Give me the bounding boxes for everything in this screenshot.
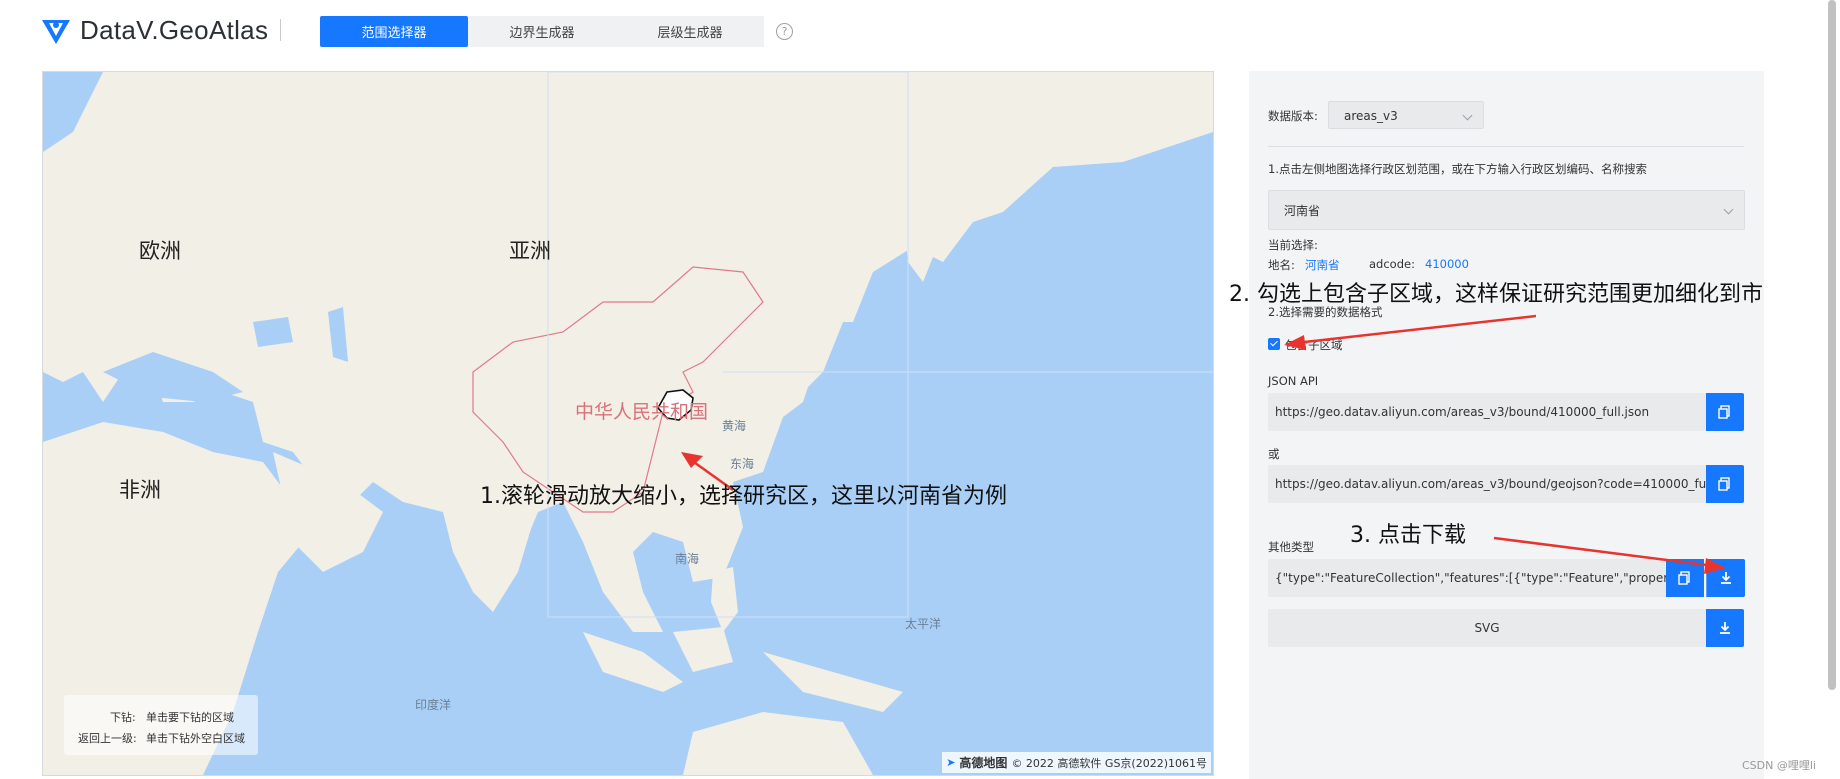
current-selection-label: 当前选择:	[1268, 238, 1318, 252]
header-divider	[280, 19, 282, 41]
sea-label-south-sea: 南海	[675, 552, 700, 566]
continent-label-asia: 亚洲	[509, 239, 551, 263]
tab-range-selector[interactable]: 范围选择器	[320, 16, 468, 47]
datav-logo-icon	[42, 20, 70, 44]
csdn-watermark: CSDN @哩哩li	[1742, 759, 1816, 772]
logo[interactable]: DataV.GeoAtlas	[40, 14, 282, 46]
json-api-url-field[interactable]: https://geo.datav.aliyun.com/areas_v3/bo…	[1268, 393, 1706, 431]
settings-panel: 数据版本: areas_v3 1.点击左侧地图选择行政区划范围，或在下方输入行政…	[1249, 71, 1764, 779]
map-copyright: ➤ 高德地图 © 2022 高德软件 GS京(2022)1061号	[942, 752, 1211, 773]
legend-back-key: 返回上一级:	[78, 732, 137, 745]
place-name-value[interactable]: 河南省	[1305, 257, 1340, 273]
copy-icon	[1718, 477, 1730, 491]
brand-title: DataV.GeoAtlas	[80, 14, 269, 45]
download-geojson-button[interactable]	[1706, 559, 1745, 597]
include-subregions-label[interactable]: 包含子区域	[1285, 337, 1343, 353]
json-api-label: JSON API	[1268, 374, 1319, 388]
legend-drill-value: 单击要下钻的区域	[146, 711, 234, 724]
sea-label-yellow-sea: 黄海	[722, 419, 747, 433]
copy-icon	[1718, 405, 1730, 419]
download-icon	[1721, 572, 1731, 584]
legend-drill-key: 下钻:	[110, 711, 136, 724]
download-icon	[1720, 622, 1730, 634]
tab-level-generator[interactable]: 层级生成器	[616, 16, 764, 47]
continent-label-africa: 非洲	[119, 478, 161, 502]
include-subregions-checkbox[interactable]	[1268, 338, 1280, 350]
sea-label-east-sea: 东海	[730, 457, 755, 471]
adcode-value[interactable]: 410000	[1425, 257, 1469, 271]
geojson-url-field[interactable]: https://geo.datav.aliyun.com/areas_v3/bo…	[1268, 465, 1706, 503]
map-canvas[interactable]: 欧洲 亚洲 非洲 中华人民共和国 黄海 东海 南海 太平洋 印度洋 1.滚轮滑动…	[42, 71, 1214, 776]
tab-bar: 范围选择器 边界生成器 层级生成器	[320, 16, 764, 47]
other-types-label: 其他类型	[1268, 540, 1314, 554]
country-label-china: 中华人民共和国	[575, 401, 709, 423]
panel-divider	[1268, 146, 1744, 147]
annotation-step-2: 2. 勾选上包含子区域，这样保证研究范围更加细化到市	[1229, 282, 1763, 307]
version-select[interactable]: areas_v3	[1328, 101, 1484, 129]
sea-label-indian-ocean: 印度洋	[415, 698, 452, 712]
chevron-down-icon	[1723, 204, 1734, 215]
or-label: 或	[1268, 447, 1280, 461]
sea-label-pacific: 太平洋	[905, 617, 942, 631]
geojson-preview-field[interactable]: {"type":"FeatureCollection","features":[…	[1268, 559, 1666, 597]
version-label: 数据版本:	[1268, 109, 1318, 123]
map-legend: 下钻: 单击要下钻的区域 返回上一级: 单击下钻外空白区域	[64, 695, 258, 755]
region-select-value: 河南省	[1284, 204, 1321, 218]
page-scrollbar[interactable]	[1828, 0, 1836, 690]
chevron-down-icon	[1462, 110, 1473, 121]
svg-format-row[interactable]: SVG	[1268, 609, 1706, 647]
annotation-step-1: 1.滚轮滑动放大缩小，选择研究区，这里以河南省为例	[480, 484, 1007, 509]
instruction-select-region: 1.点击左侧地图选择行政区划范围，或在下方输入行政区划编码、名称搜索	[1268, 162, 1647, 176]
copy-icon	[1678, 571, 1690, 585]
copy-geojson-button[interactable]	[1706, 465, 1744, 503]
legend-back-value: 单击下钻外空白区域	[146, 732, 245, 745]
download-svg-button[interactable]	[1706, 609, 1744, 647]
copy-geojson-content-button[interactable]	[1666, 559, 1704, 597]
adcode-key: adcode:	[1369, 257, 1415, 271]
version-select-value: areas_v3	[1344, 109, 1398, 123]
help-icon[interactable]: ?	[776, 23, 793, 40]
copy-json-api-button[interactable]	[1706, 393, 1744, 431]
region-search-select[interactable]: 河南省	[1268, 190, 1745, 230]
tab-boundary-generator[interactable]: 边界生成器	[468, 16, 616, 47]
copyright-text: © 2022 高德软件 GS京(2022)1061号	[1011, 756, 1207, 770]
annotation-step-3: 3. 点击下载	[1350, 523, 1466, 548]
place-name-key: 地名:	[1268, 258, 1295, 272]
continent-label-europe: 欧洲	[139, 239, 181, 263]
amap-logo: 高德地图	[959, 756, 1008, 770]
navigation-arrow-icon: ➤	[946, 756, 956, 769]
